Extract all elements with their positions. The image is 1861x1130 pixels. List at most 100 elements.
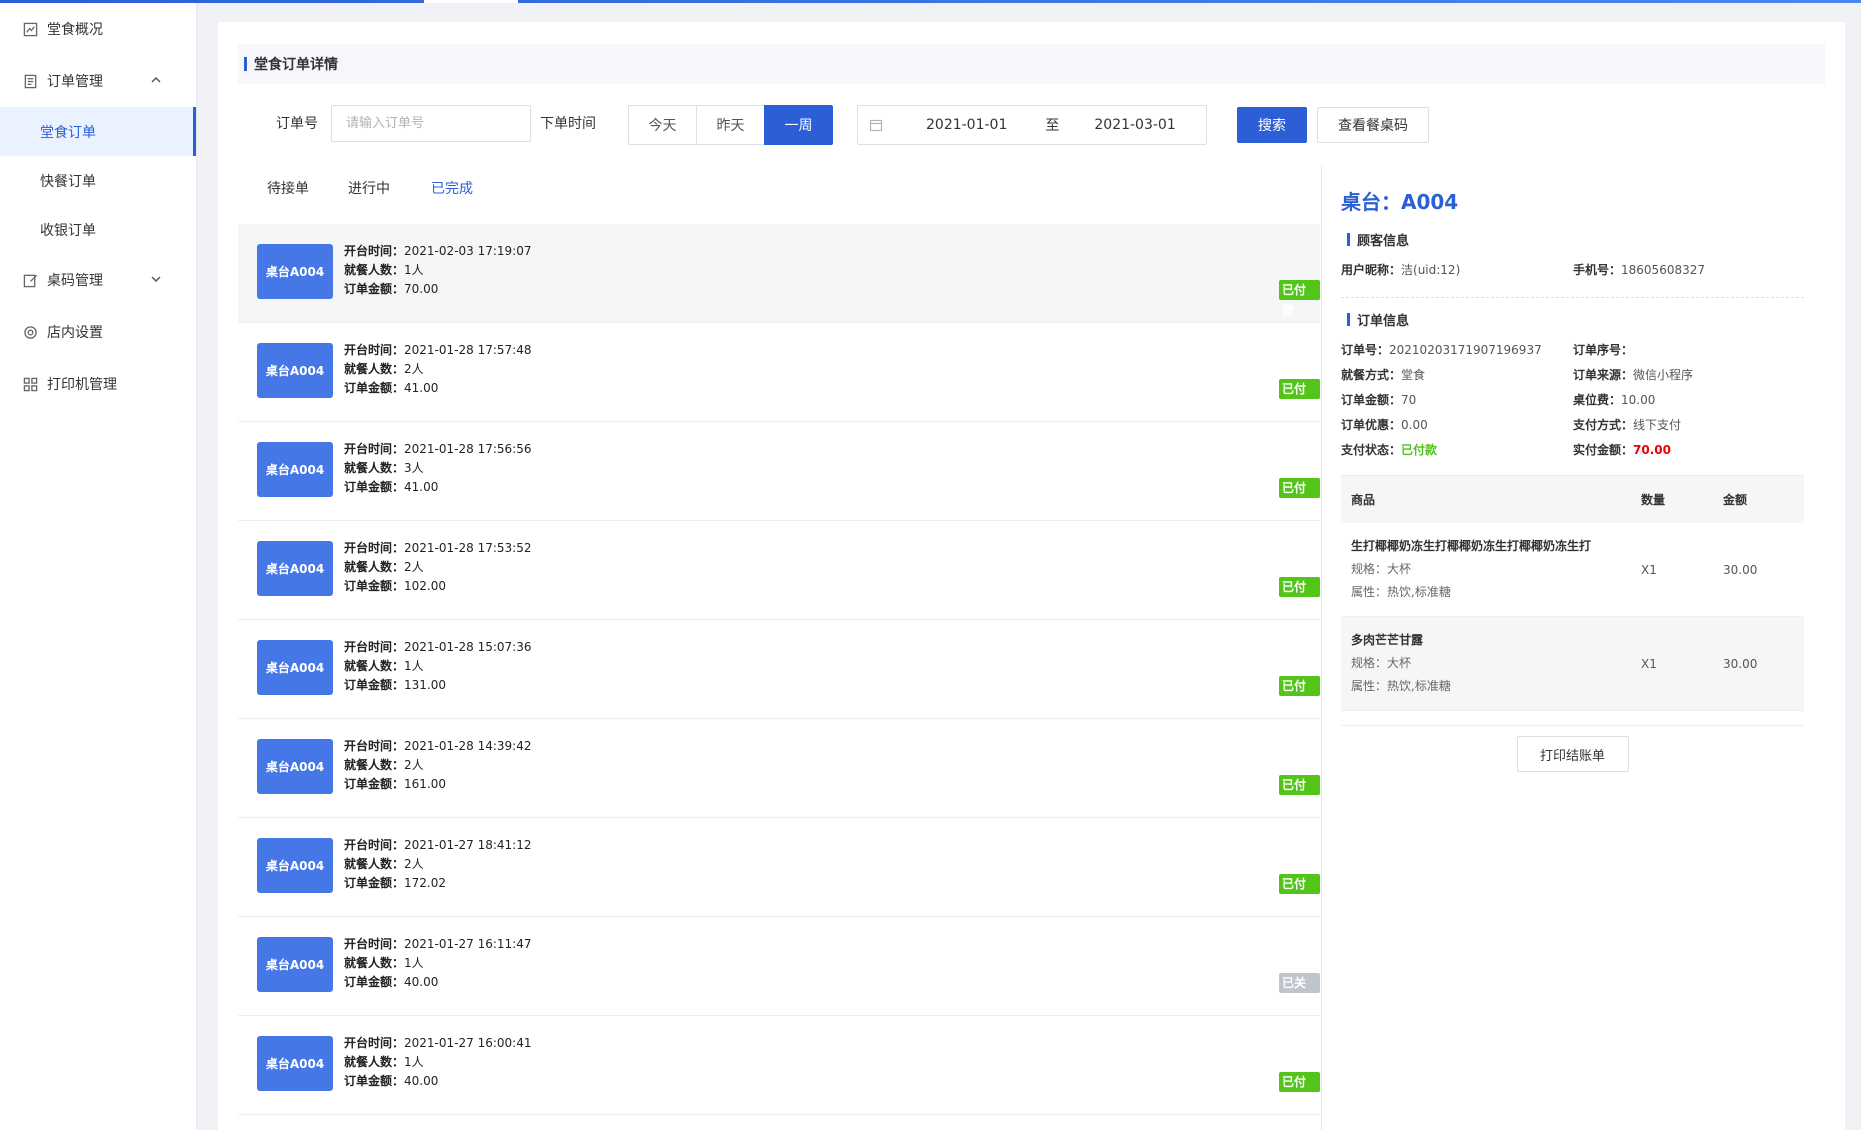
goods-attr: 属性：热饮,标准糖 bbox=[1351, 679, 1451, 693]
detail-title: 桌台：A004 bbox=[1341, 190, 1459, 214]
discount-field: 订单优惠：0.00 bbox=[1341, 418, 1428, 432]
order-info: 开台时间：2021-01-27 16:00:41 就餐人数：1人 订单金额：40.0… bbox=[344, 1036, 532, 1088]
open-time: 2021-02-03 17:19:07 bbox=[404, 244, 532, 258]
pay-method-field: 支付方式：线下支付 bbox=[1573, 418, 1682, 432]
order-status-tabs: 待接单 进行中 已完成 bbox=[238, 172, 1320, 228]
seat-fee-field: 桌位费：10.00 bbox=[1573, 393, 1656, 407]
document-icon bbox=[22, 73, 38, 89]
sidebar-subitem-cashier-orders[interactable]: 收银订单 bbox=[0, 205, 196, 254]
status-badge: 已关闭 bbox=[1279, 973, 1320, 1010]
people-count: 2人 bbox=[404, 560, 424, 574]
date-start[interactable]: 2021-01-01 bbox=[926, 117, 1007, 133]
sidebar: 堂食概况 订单管理 堂食订单 快餐订单 收银订单 桌码管理 店内设置 打印机管理 bbox=[0, 0, 197, 1130]
order-info: 开台时间：2021-01-28 17:57:48 就餐人数：2人 订单金额：41.0… bbox=[344, 343, 532, 395]
table-chip: 桌台A004 bbox=[257, 739, 333, 794]
sidebar-item-printer-management[interactable]: 打印机管理 bbox=[0, 358, 196, 410]
order-card[interactable]: 桌台A004 开台时间：2021-01-27 16:00:41 就餐人数：1人 订单金… bbox=[238, 1016, 1320, 1115]
table-chip: 桌台A004 bbox=[257, 640, 333, 695]
sidebar-subitem-dine-in-orders[interactable]: 堂食订单 bbox=[0, 107, 196, 156]
order-card[interactable]: 桌台A004 开台时间：2021-01-28 14:39:42 就餐人数：2人 订单金… bbox=[238, 719, 1320, 818]
order-info: 订单号：20210203171907196937 订单序号： 就餐方式：堂食 订… bbox=[1341, 338, 1804, 463]
table-row: 多肉芒芒甘露 规格：大杯 属性：热饮,标准糖 X1 30.00 bbox=[1341, 617, 1804, 711]
order-amount: 41.00 bbox=[404, 381, 439, 395]
goods-amount: 30.00 bbox=[1723, 656, 1758, 671]
open-time: 2021-01-27 16:00:41 bbox=[404, 1036, 532, 1050]
table-chip: 桌台A004 bbox=[257, 244, 333, 299]
status-badge: 已付款 bbox=[1279, 577, 1320, 614]
order-amount: 70.00 bbox=[404, 282, 439, 296]
sidebar-item-label: 打印机管理 bbox=[47, 377, 117, 393]
order-card[interactable]: 桌台A004 开台时间：2021-01-27 16:11:47 就餐人数：1人 订单金… bbox=[238, 917, 1320, 1016]
order-card[interactable]: 桌台A004 开台时间：2021-01-28 17:57:48 就餐人数：2人 订单金… bbox=[238, 323, 1320, 422]
order-no-input[interactable] bbox=[331, 105, 531, 142]
tab-pending[interactable]: 待接单 bbox=[267, 172, 309, 226]
order-seq-field: 订单序号： bbox=[1573, 343, 1634, 357]
order-card[interactable]: 桌台A004 开台时间：2021-01-28 17:53:52 就餐人数：2人 订单金… bbox=[238, 521, 1320, 620]
order-card[interactable]: 桌台A004 开台时间：2021-01-28 17:56:56 就餐人数：3人 订单金… bbox=[238, 422, 1320, 521]
order-card[interactable]: 桌台A004 开台时间：2021-01-28 15:07:36 就餐人数：1人 订单金… bbox=[238, 620, 1320, 719]
goods-name: 生打椰椰奶冻生打椰椰奶冻生打椰椰奶冻生打 bbox=[1351, 539, 1592, 553]
status-badge: 已付款 bbox=[1279, 874, 1320, 911]
people-count: 2人 bbox=[404, 857, 424, 871]
view-table-code-button[interactable]: 查看餐桌码 bbox=[1317, 107, 1429, 143]
table-chip: 桌台A004 bbox=[257, 541, 333, 596]
order-amount: 41.00 bbox=[404, 480, 439, 494]
table-chip: 桌台A004 bbox=[257, 343, 333, 398]
table-chip: 桌台A004 bbox=[257, 1036, 333, 1091]
date-end[interactable]: 2021-03-01 bbox=[1094, 117, 1175, 133]
sidebar-item-order-management[interactable]: 订单管理 bbox=[0, 55, 196, 107]
open-time: 2021-01-28 17:56:56 bbox=[404, 442, 532, 456]
order-time-label: 下单时间 bbox=[540, 116, 596, 132]
sidebar-subitem-fast-food-orders[interactable]: 快餐订单 bbox=[0, 156, 196, 205]
print-bill-button[interactable]: 打印结账单 bbox=[1516, 736, 1629, 772]
order-amount: 40.00 bbox=[404, 1074, 439, 1088]
divider bbox=[1341, 297, 1804, 298]
filter-bar: 订单号 下单时间 今天 昨天 一周 2021-01-01 至 2021-03-0… bbox=[238, 105, 1825, 145]
goods-spec: 规格：大杯 bbox=[1351, 656, 1412, 670]
table-chip: 桌台A004 bbox=[257, 937, 333, 992]
status-badge: 已付款 bbox=[1279, 775, 1320, 812]
edit-icon bbox=[22, 272, 38, 288]
paid-amount-field: 实付金额：70.00 bbox=[1573, 443, 1671, 457]
range-yesterday-button[interactable]: 昨天 bbox=[696, 105, 765, 145]
phone-field: 手机号：18605608327 bbox=[1573, 263, 1705, 277]
tab-completed[interactable]: 已完成 bbox=[431, 172, 473, 228]
people-count: 1人 bbox=[404, 956, 424, 970]
top-progress-bar bbox=[0, 0, 1861, 3]
sidebar-item-label: 订单管理 bbox=[47, 74, 103, 90]
people-count: 1人 bbox=[404, 263, 424, 277]
date-range-picker[interactable]: 2021-01-01 至 2021-03-01 bbox=[857, 105, 1207, 145]
people-count: 1人 bbox=[404, 659, 424, 673]
people-count: 2人 bbox=[404, 758, 424, 772]
range-week-button[interactable]: 一周 bbox=[764, 105, 833, 145]
order-card[interactable]: 桌台A004 开台时间：2021-01-27 18:41:12 就餐人数：2人 订单金… bbox=[238, 818, 1320, 917]
order-card[interactable]: 桌台A004 开台时间：2021-02-03 17:19:07 就餐人数：1人 订单金… bbox=[238, 224, 1320, 323]
people-count: 1人 bbox=[404, 1055, 424, 1069]
tab-in-progress[interactable]: 进行中 bbox=[348, 172, 390, 226]
sidebar-item-overview[interactable]: 堂食概况 bbox=[0, 3, 196, 55]
page-title: 堂食订单详情 bbox=[254, 57, 338, 73]
order-list: 桌台A004 开台时间：2021-02-03 17:19:07 就餐人数：1人 订单金… bbox=[238, 224, 1320, 1115]
sidebar-item-table-code[interactable]: 桌码管理 bbox=[0, 254, 196, 306]
status-badge: 已付款 bbox=[1279, 280, 1320, 317]
main-card: 堂食订单详情 订单号 下单时间 今天 昨天 一周 2021-01-01 至 20… bbox=[218, 22, 1845, 1130]
sidebar-item-store-settings[interactable]: 店内设置 bbox=[0, 306, 196, 358]
customer-section-header: 顾客信息 bbox=[1341, 226, 1804, 252]
status-badge: 已付款 bbox=[1279, 676, 1320, 713]
order-info: 开台时间：2021-01-27 18:41:12 就餐人数：2人 订单金额：172.… bbox=[344, 838, 532, 890]
chevron-down-icon bbox=[150, 273, 162, 285]
open-time: 2021-01-28 17:57:48 bbox=[404, 343, 532, 357]
chart-icon bbox=[22, 21, 38, 37]
order-info: 开台时间：2021-01-28 17:56:56 就餐人数：3人 订单金额：41.0… bbox=[344, 442, 532, 494]
range-today-button[interactable]: 今天 bbox=[628, 105, 697, 145]
open-time: 2021-01-27 18:41:12 bbox=[404, 838, 532, 852]
order-info: 开台时间：2021-01-27 16:11:47 就餐人数：1人 订单金额：40.0… bbox=[344, 937, 532, 989]
order-info: 开台时间：2021-01-28 17:53:52 就餐人数：2人 订单金额：102.… bbox=[344, 541, 532, 593]
page-header: 堂食订单详情 bbox=[238, 44, 1825, 84]
order-info: 开台时间：2021-02-03 17:19:07 就餐人数：1人 订单金额：70.0… bbox=[344, 244, 532, 296]
customer-info: 用户昵称：洁(uid:12) 手机号：18605608327 bbox=[1341, 258, 1804, 283]
search-button[interactable]: 搜索 bbox=[1237, 107, 1307, 143]
order-amount: 102.00 bbox=[404, 579, 447, 593]
panel-divider bbox=[1321, 165, 1322, 1130]
nickname-field: 用户昵称：洁(uid:12) bbox=[1341, 263, 1461, 277]
